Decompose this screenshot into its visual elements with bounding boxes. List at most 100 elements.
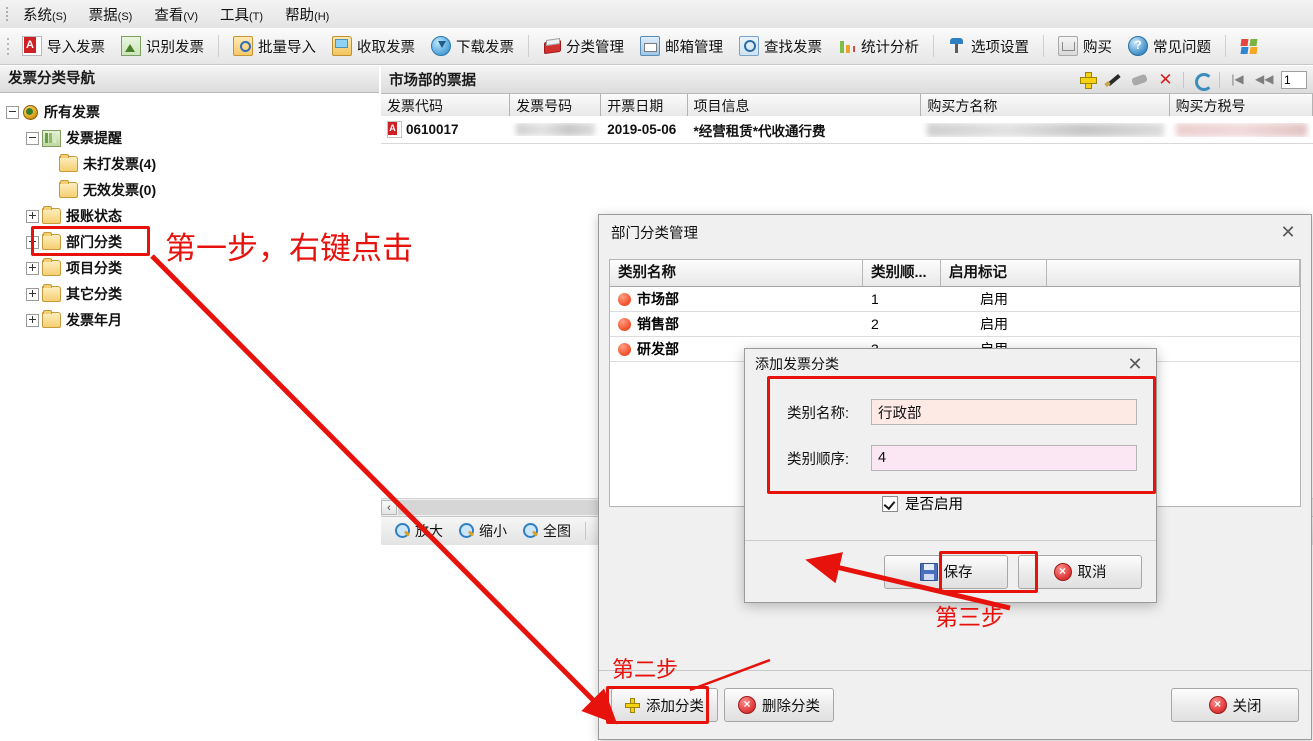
tree-node-invoice-reminder[interactable]: 发票提醒 xyxy=(6,125,379,151)
category-bullet-icon xyxy=(618,317,631,331)
toolbar-label-category-manage: 分类管理 xyxy=(566,39,624,56)
page-number-input[interactable] xyxy=(1281,70,1307,89)
column-header-buyer-name[interactable]: 购买方名称 xyxy=(921,94,1170,118)
batch-import-icon xyxy=(233,36,253,56)
column-header-invoice-number[interactable]: 发票号码 xyxy=(510,94,602,118)
zoom-out-button[interactable]: 缩小 xyxy=(453,519,513,543)
category-order-input[interactable] xyxy=(871,445,1137,471)
menu-item-tools[interactable]: 工具(T) xyxy=(209,1,274,28)
toolbar-button-find-invoice[interactable]: 查找发票 xyxy=(731,32,830,61)
field-row-category-order: 类别顺序: xyxy=(745,445,1156,471)
tree-node-all-invoices[interactable]: 所有发票 xyxy=(6,99,379,125)
toolbar-button-options[interactable]: 选项设置 xyxy=(940,32,1037,61)
cancel-button[interactable]: 取消 xyxy=(1018,554,1142,589)
add-icon[interactable] xyxy=(1079,71,1097,89)
tree-node-invoice-year-month[interactable]: 发票年月 xyxy=(6,307,379,333)
tree-node-unprinted-invoices[interactable]: 未打发票(4) xyxy=(6,151,379,177)
table-row[interactable]: 市场部 1 启用 xyxy=(610,287,1300,312)
toolbar-button-mailbox-manage[interactable]: 邮箱管理 xyxy=(632,32,731,61)
delete-category-label: 删除分类 xyxy=(762,698,820,715)
expand-expander-icon[interactable] xyxy=(26,287,39,301)
menu-item-bills[interactable]: 票据(S) xyxy=(78,1,144,28)
save-button-label: 保存 xyxy=(943,565,973,581)
zoom-out-icon xyxy=(459,523,475,539)
tree-node-other-category[interactable]: 其它分类 xyxy=(6,281,379,307)
tree-node-project-category[interactable]: 项目分类 xyxy=(6,255,379,281)
prev-page-icon[interactable]: ◀◀ xyxy=(1255,71,1273,88)
delete-category-button[interactable]: 删除分类 xyxy=(724,688,834,722)
cell-invoice-date: 2019-05-06 xyxy=(607,122,677,137)
column-header-enable-flag[interactable]: 启用标记 xyxy=(941,260,1047,286)
close-dialog-button[interactable]: 关闭 xyxy=(1171,688,1299,722)
expand-expander-icon[interactable] xyxy=(26,313,39,327)
column-header-item-info[interactable]: 项目信息 xyxy=(688,94,922,118)
toolbar-button-category-manage[interactable]: 分类管理 xyxy=(535,32,632,61)
tree-node-invalid-invoices[interactable]: 无效发票(0) xyxy=(6,177,379,203)
toolbar-button-batch-import[interactable]: 批量导入 xyxy=(225,32,324,61)
enable-checkbox[interactable] xyxy=(882,495,898,512)
toolbar-button-windows[interactable] xyxy=(1232,33,1266,59)
column-header-invoice-date[interactable]: 开票日期 xyxy=(601,94,688,118)
save-button[interactable]: 保存 xyxy=(884,554,1008,589)
expand-expander-icon[interactable] xyxy=(26,209,39,223)
toolbar-button-download-invoice[interactable]: 下载发票 xyxy=(423,32,522,61)
menu-drag-grip[interactable] xyxy=(2,5,12,23)
add-dialog-title: 添加发票分类 xyxy=(755,356,839,372)
edit-icon[interactable] xyxy=(1105,71,1122,88)
column-header-buyer-tax-id[interactable]: 购买方税号 xyxy=(1170,94,1313,118)
category-name-input[interactable] xyxy=(871,399,1137,425)
scroll-left-icon[interactable]: ‹ xyxy=(381,500,397,515)
delete-icon[interactable]: ✕ xyxy=(1157,71,1174,88)
column-header-category-name[interactable]: 类别名称 xyxy=(610,260,863,286)
mailbox-icon xyxy=(640,36,660,56)
toolbar-button-statistics[interactable]: 统计分析 xyxy=(830,32,927,61)
menu-bar: 系统(S) 票据(S) 查看(V) 工具(T) 帮助(H) xyxy=(0,0,1313,29)
tree-node-department-category[interactable]: 部门分类 xyxy=(6,229,379,255)
menu-item-view-label: 查看 xyxy=(154,7,184,24)
cell-item-info: *经营租赁*代收通行费 xyxy=(693,123,826,139)
close-dialog-label: 关闭 xyxy=(1232,698,1262,715)
tree-label-invalid-invoices: 无效发票(0) xyxy=(83,182,157,198)
collapse-expander-icon[interactable] xyxy=(6,105,19,119)
collapse-expander-icon[interactable] xyxy=(26,131,39,145)
toolbar-button-recognize-invoice[interactable]: 识别发票 xyxy=(113,32,212,61)
eraser-icon[interactable] xyxy=(1131,71,1148,88)
column-header-category-order[interactable]: 类别顺... xyxy=(863,260,941,286)
fit-page-button[interactable]: 全图 xyxy=(517,519,577,543)
column-header-invoice-code[interactable]: 发票代码 xyxy=(381,94,511,118)
add-category-button[interactable]: 添加分类 xyxy=(611,688,718,722)
toolbar-label-download-invoice: 下载发票 xyxy=(456,39,514,56)
enable-checkbox-row[interactable]: 是否启用 xyxy=(745,493,1156,514)
first-page-icon[interactable]: |◀ xyxy=(1229,71,1246,88)
table-row[interactable]: 销售部 2 启用 xyxy=(610,312,1300,337)
add-dialog-title-bar: 添加发票分类 ✕ xyxy=(745,349,1156,379)
close-icon[interactable]: ✕ xyxy=(1118,350,1152,378)
expand-expander-icon[interactable] xyxy=(26,261,39,275)
toolbar-drag-grip[interactable] xyxy=(3,35,12,57)
menu-item-view[interactable]: 查看(V) xyxy=(143,1,209,28)
column-header-blank[interactable] xyxy=(1047,260,1300,286)
menu-item-bills-mnemonic: (S) xyxy=(117,10,133,23)
close-icon[interactable]: ✕ xyxy=(1271,218,1305,246)
toolbar-button-buy[interactable]: 购买 xyxy=(1050,32,1120,61)
main-toolbar: 导入发票 识别发票 批量导入 收取发票 下载发票 分类管理 邮箱管理 查找发票 … xyxy=(0,28,1313,65)
cell-invoice-code: 0610017 xyxy=(406,122,459,137)
toolbar-button-receive-invoice[interactable]: 收取发票 xyxy=(324,32,423,61)
zoom-in-button[interactable]: 放大 xyxy=(389,519,449,543)
menu-item-help[interactable]: 帮助(H) xyxy=(274,1,340,28)
cancel-button-label: 取消 xyxy=(1077,565,1107,581)
menu-item-tools-label: 工具 xyxy=(220,7,250,24)
expand-expander-icon[interactable] xyxy=(26,235,39,249)
folder-icon xyxy=(42,206,61,224)
plus-icon xyxy=(625,697,640,713)
refresh-icon[interactable] xyxy=(1193,71,1213,91)
table-row[interactable]: 0610017 2019-05-06 *经营租赁*代收通行费 xyxy=(381,116,1313,144)
menu-item-system[interactable]: 系统(S) xyxy=(12,1,78,28)
toolbar-button-import-invoice[interactable]: 导入发票 xyxy=(14,32,113,61)
delete-circle-icon xyxy=(738,696,756,714)
toolbar-button-faq[interactable]: 常见问题 xyxy=(1120,32,1219,61)
category-bullet-icon xyxy=(618,342,631,356)
fit-page-icon xyxy=(523,523,539,539)
grid-toolbar: ✕ |◀ ◀◀ xyxy=(1079,70,1307,91)
tree-node-reimburse-status[interactable]: 报账状态 xyxy=(6,203,379,229)
